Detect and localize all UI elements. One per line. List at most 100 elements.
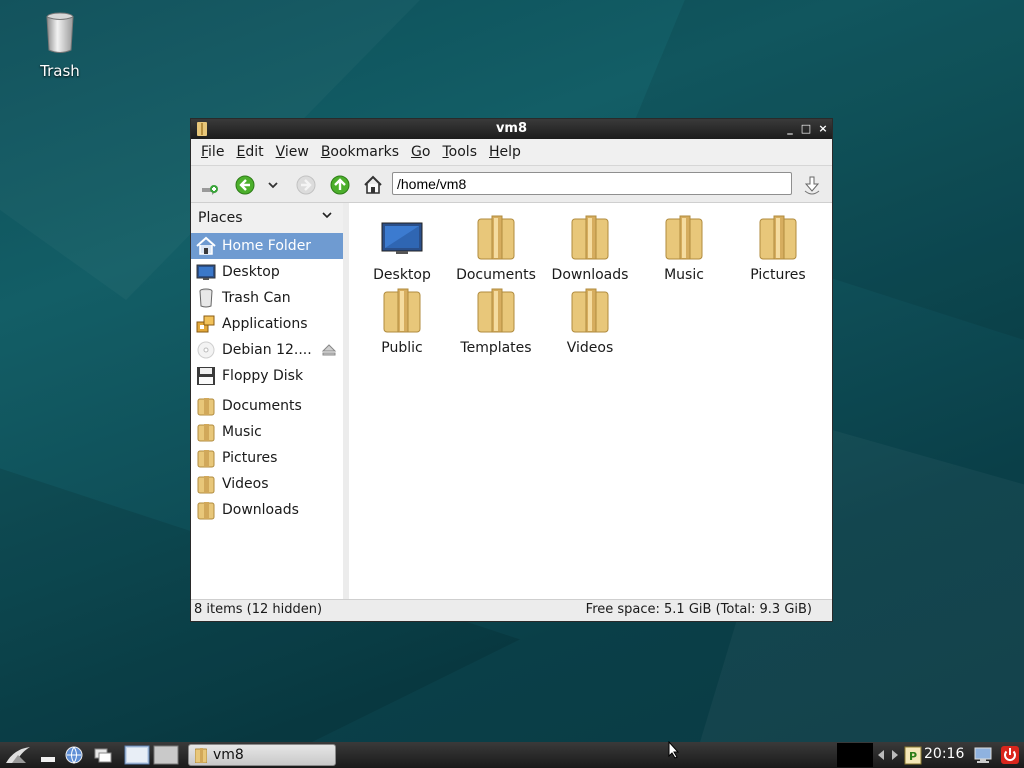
file-item-videos[interactable]: Videos [545,282,635,356]
file-item-pictures[interactable]: Pictures [733,209,823,283]
menu-label: elp [499,144,521,160]
menu-label: dit [245,144,264,160]
file-item-downloads[interactable]: Downloads [545,209,635,283]
menu-view[interactable]: View [270,144,315,160]
window-titlebar[interactable]: vm8 _ □ × [191,119,832,139]
start-menu-icon[interactable] [4,745,32,765]
taskbar-window-label: vm8 [213,747,244,763]
menu-mnemonic: E [236,144,246,160]
file-item-label: Desktop [373,267,431,283]
maximize-button[interactable]: □ [799,122,813,136]
minimize-button[interactable]: _ [783,122,797,136]
sidebar-item-applications[interactable]: Applications [191,311,343,337]
browser-icon[interactable] [64,745,84,765]
file-item-label: Public [381,340,423,356]
sidebar-bookmark-music[interactable]: Music [191,419,343,445]
menu-file[interactable]: File [195,144,230,160]
folder-icon [477,215,515,260]
sidebar-item-label: Debian 12.... [222,342,312,358]
up-button[interactable] [330,175,350,195]
taskbar-window-button[interactable]: vm8 [188,744,336,766]
menu-bookmarks[interactable]: Bookmarks [315,144,405,160]
trash-icon [199,288,213,308]
home-icon [196,236,216,255]
taskbar: vm8 P 20:16 [0,742,1024,768]
menu-label: ookmarks [330,144,400,160]
network-icon[interactable] [973,745,993,765]
path-input[interactable] [392,172,792,195]
file-item-label: Videos [566,340,614,356]
forward-button[interactable] [296,175,316,195]
clipboard-icon[interactable]: P [903,745,923,765]
folder-icon [197,502,215,520]
file-item-music[interactable]: Music [639,209,729,283]
desktop-icon [196,264,216,280]
sidebar-bookmark-pictures[interactable]: Pictures [191,445,343,471]
folder-icon [383,288,421,333]
sidebar-bookmark-downloads[interactable]: Downloads [191,497,343,523]
home-button[interactable] [363,175,383,195]
folder-icon [197,450,215,468]
sidebar-item-floppy-disk[interactable]: Floppy Disk [191,363,343,389]
menu-tools[interactable]: Tools [436,144,483,160]
clock[interactable]: 20:16 [924,746,964,762]
volume-icon[interactable] [876,745,900,765]
desktop-folder-icon [381,222,423,254]
workspace-1-icon[interactable] [124,745,150,765]
window-switcher-icon[interactable] [93,745,113,765]
menu-help[interactable]: Help [483,144,527,160]
system-monitor[interactable] [837,743,873,767]
svg-text:P: P [909,750,917,763]
folder-icon [571,215,609,260]
power-icon[interactable] [1000,745,1020,765]
menu-label: o [421,144,431,160]
menu-edit[interactable]: Edit [230,144,269,160]
sidebar-item-trash-can[interactable]: Trash Can [191,285,343,311]
menu-mnemonic: F [201,144,209,160]
disc-icon [197,341,215,359]
minimize-all-icon[interactable] [38,745,58,765]
history-dropdown-button[interactable] [266,175,280,195]
menu-mnemonic: H [489,144,500,160]
sidebar-bookmark-documents[interactable]: Documents [191,393,343,419]
folder-icon [571,288,609,333]
menu-mnemonic: B [320,144,331,160]
file-item-label: Templates [460,340,532,356]
file-item-templates[interactable]: Templates [451,282,541,356]
file-item-public[interactable]: Public [357,282,447,356]
sidebar-item-home-folder[interactable]: Home Folder [191,233,343,259]
menu-go[interactable]: Go [405,144,436,160]
desktop-trash-label: Trash [40,62,80,80]
places-sidebar: Places Home Folder Desktop Trash Can App… [191,203,344,599]
sidebar-item-desktop[interactable]: Desktop [191,259,343,285]
workspace-2-icon[interactable] [153,745,179,765]
file-item-label: Downloads [551,267,629,283]
back-button[interactable] [235,175,255,195]
status-item-count: 8 items (12 hidden) [194,602,323,617]
sidebar-item-label: Downloads [222,502,299,518]
toolbar [191,166,832,203]
sidebar-item-label: Music [222,424,262,440]
folder-icon [197,398,215,416]
desktop-trash-shortcut[interactable]: Trash [30,12,90,80]
places-header[interactable]: Places [191,203,343,233]
file-item-label: Documents [456,267,536,283]
file-item-desktop[interactable]: Desktop [357,209,447,283]
file-item-label: Pictures [750,267,806,283]
eject-icon[interactable] [321,343,337,357]
sidebar-item-label: Desktop [222,264,280,280]
sidebar-item-label: Pictures [222,450,278,466]
applications-icon [196,315,215,333]
folder-icon [197,424,215,442]
folder-icon [759,215,797,260]
folder-icon [195,748,207,763]
sidebar-item-debian-disc[interactable]: Debian 12.... [191,337,343,363]
close-button[interactable]: × [816,122,830,136]
new-tab-button[interactable] [200,175,220,195]
sidebar-bookmark-videos[interactable]: Videos [191,471,343,497]
mouse-cursor-icon [668,741,680,759]
go-button[interactable] [802,175,822,195]
file-item-documents[interactable]: Documents [451,209,541,283]
sidebar-item-label: Videos [222,476,269,492]
folder-icon [197,476,215,494]
